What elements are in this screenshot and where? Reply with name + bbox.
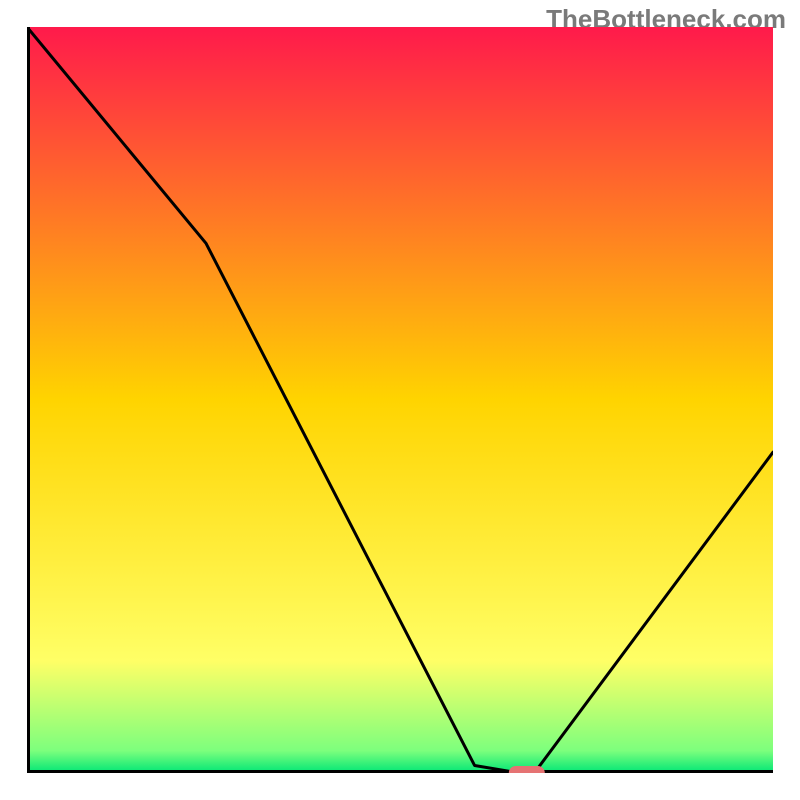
optimal-marker bbox=[509, 766, 545, 773]
chart-svg bbox=[27, 27, 773, 773]
gradient-background bbox=[27, 27, 773, 773]
chart-area bbox=[27, 27, 773, 773]
